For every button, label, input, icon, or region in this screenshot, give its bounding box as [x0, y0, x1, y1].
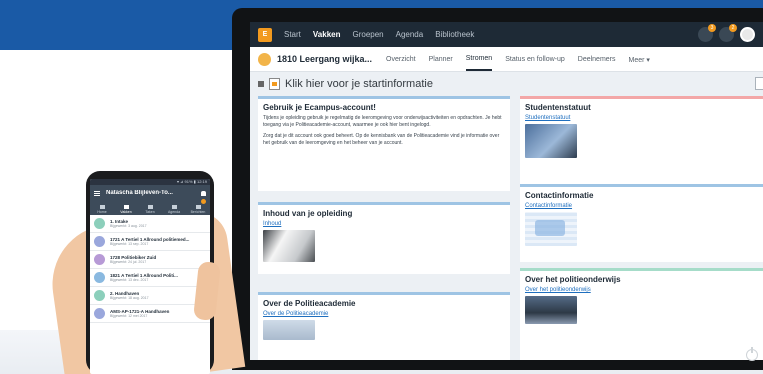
- panel-contact-link[interactable]: Contactinformatie: [525, 203, 760, 209]
- statue-image[interactable]: [525, 124, 577, 158]
- course-updated: Bijgewerkt: 13 dec. 2017: [110, 278, 149, 282]
- contact-image[interactable]: [525, 212, 577, 246]
- course-dot-icon: [94, 254, 105, 265]
- panel-contactinformatie: Contactinformatie Contactinformatie: [520, 184, 763, 262]
- monitor-screen: E Start Vakken Groepen Agenda Bibliothee…: [250, 22, 763, 360]
- panel-inhoud-link[interactable]: Inhoud: [263, 221, 505, 227]
- phone-tab-berichten-label: Berichten: [190, 210, 206, 214]
- list-item[interactable]: 1821 A Tertiel 1 Allround Politi... Bijge…: [90, 269, 210, 287]
- course-updated: Bijgewerkt: 12 mei 2017: [110, 314, 148, 318]
- tab-stromen[interactable]: Stromen: [465, 47, 493, 71]
- panel-ecampus-title: Gebruik je Ecampus-account!: [263, 103, 376, 112]
- panel-inhoud: Inhoud van je opleiding Inhoud: [258, 202, 510, 274]
- course-updated: Bijgewerkt: 3 aug. 2017: [110, 224, 147, 228]
- course-title[interactable]: 1810 Leergang wijkа...: [277, 54, 372, 64]
- course-dot-icon: [94, 236, 105, 247]
- list-item[interactable]: 1721 A Tertiel 1 Allround politiemed... B…: [90, 233, 210, 251]
- document-icon: [269, 78, 280, 90]
- top-navigation: E Start Vakken Groepen Agenda Bibliothee…: [250, 22, 763, 47]
- phone-screen: ▾ ⊿ 91% ▮ 12:19 Natascha Blijleven-To...…: [90, 179, 210, 374]
- notifications-badge: 3: [708, 24, 716, 32]
- course-updated: Bijgewerkt: 18 aug. 2017: [110, 296, 149, 300]
- phone-tabs: Home Vakken Taken Agenda Berichten: [90, 199, 210, 215]
- bell-icon[interactable]: [201, 190, 206, 196]
- panel-contact-title: Contactinformatie: [525, 191, 594, 200]
- nav-bibliotheek[interactable]: Bibliotheek: [435, 30, 474, 39]
- home-icon: [99, 205, 105, 209]
- phone-tab-home-label: Home: [97, 210, 107, 214]
- course-dot-icon: [94, 272, 105, 283]
- course-updated: Bijgewerkt: 13 sep. 2017: [110, 242, 149, 246]
- ecampus-logo[interactable]: E: [258, 27, 272, 42]
- nav-agenda[interactable]: Agenda: [396, 30, 424, 39]
- phone-tab-berichten[interactable]: Berichten: [188, 199, 208, 214]
- tab-meer[interactable]: Meer ▾: [629, 48, 650, 71]
- hamburger-menu-icon[interactable]: [94, 190, 100, 196]
- nav-start[interactable]: Start: [284, 30, 301, 39]
- nav-groepen[interactable]: Groepen: [352, 30, 383, 39]
- start-info-bar[interactable]: Klik hier voor je startinformatie: [258, 78, 433, 90]
- messages-badge-dot: [201, 199, 206, 204]
- panel-over-title: Over de Politieacademie: [263, 299, 356, 308]
- phone-tab-vakken-label: Vakken: [120, 210, 132, 214]
- course-dot-icon: [94, 308, 105, 319]
- phone-user-title: Natascha Blijleven-To...: [106, 190, 173, 196]
- phone-tab-taken[interactable]: Taken: [140, 205, 160, 214]
- course-updated: Bijgewerkt: 24 jul. 2017: [110, 260, 147, 264]
- course-dot-icon: [94, 218, 105, 229]
- tab-deelnemers[interactable]: Deelnemers: [578, 48, 616, 70]
- panel-ecampus-text-2: Zorg dat je dit account ook goed beheert…: [263, 133, 500, 146]
- power-icon: [746, 347, 758, 361]
- list-item[interactable]: 2. Handhaven Bijgewerkt: 18 aug. 2017: [90, 287, 210, 305]
- calendar-icon: [171, 205, 177, 209]
- panel-politieonderwijs: Over het politieonderwijs Over het polit…: [520, 268, 763, 360]
- course-header: 1810 Leergang wijkа... Overzicht Planner…: [250, 47, 763, 72]
- tab-overzicht[interactable]: Overzicht: [386, 48, 416, 70]
- classroom-image[interactable]: [525, 296, 577, 324]
- avatar[interactable]: [740, 27, 755, 42]
- phone-tab-home[interactable]: Home: [92, 205, 112, 214]
- course-dot-icon: [94, 290, 105, 301]
- panel-ecampus-text-1: Tijdens je opleiding gebruik je regelmat…: [263, 115, 502, 128]
- collapse-icon[interactable]: [258, 81, 264, 87]
- messages-button[interactable]: 2: [719, 24, 737, 42]
- edit-icon[interactable]: [755, 77, 763, 90]
- panel-statuut-link[interactable]: Studentenstatuut: [525, 115, 760, 121]
- phone-frame: ▾ ⊿ 91% ▮ 12:19 Natascha Blijleven-To...…: [86, 171, 214, 374]
- messages-badge: 2: [729, 24, 737, 32]
- papers-image[interactable]: [263, 230, 315, 262]
- phone-tab-taken-label: Taken: [145, 210, 155, 214]
- panel-onderwijs-link[interactable]: Over het politieonderwijs: [525, 287, 760, 293]
- list-item[interactable]: AMS-AP-1721-A Handhaven Bijgewerkt: 12 me…: [90, 305, 210, 323]
- phone-tab-agenda-label: Agenda: [167, 210, 181, 214]
- tab-planner[interactable]: Planner: [429, 48, 453, 70]
- nav-right-actions: 3 2: [698, 24, 755, 42]
- list-item[interactable]: 1728 Politiebiker Zuid Bijgewerkt: 24 jul…: [90, 251, 210, 269]
- list-item[interactable]: 1. Intake Bijgewerkt: 3 aug. 2017: [90, 215, 210, 233]
- notifications-button[interactable]: 3: [698, 24, 716, 42]
- check-icon: [147, 205, 153, 209]
- phone-tab-agenda[interactable]: Agenda: [164, 205, 184, 214]
- phone-header: Natascha Blijleven-To...: [90, 185, 210, 201]
- panel-over-politieacademie: Over de Politieacademie Over de Politiea…: [258, 292, 510, 360]
- phone-tab-vakken[interactable]: Vakken: [116, 205, 136, 214]
- start-info-link[interactable]: Klik hier voor je startinformatie: [285, 78, 433, 90]
- tab-status-follow-up[interactable]: Status en follow-up: [505, 48, 565, 70]
- panel-onderwijs-title: Over het politieonderwijs: [525, 275, 621, 284]
- panel-over-link[interactable]: Over de Politieacademie: [263, 311, 505, 317]
- panel-statuut-title: Studentenstatuut: [525, 103, 591, 112]
- course-icon: [258, 52, 271, 66]
- panel-inhoud-title: Inhoud van je opleiding: [263, 209, 353, 218]
- nav-vakken[interactable]: Vakken: [313, 30, 341, 39]
- building-image[interactable]: [263, 320, 315, 340]
- panel-studentenstatuut: Studentenstatuut Studentenstatuut: [520, 96, 763, 191]
- panel-ecampus: Gebruik je Ecampus-account! Tijdens je o…: [258, 96, 510, 191]
- message-icon: [195, 205, 201, 209]
- courses-icon: [123, 205, 129, 209]
